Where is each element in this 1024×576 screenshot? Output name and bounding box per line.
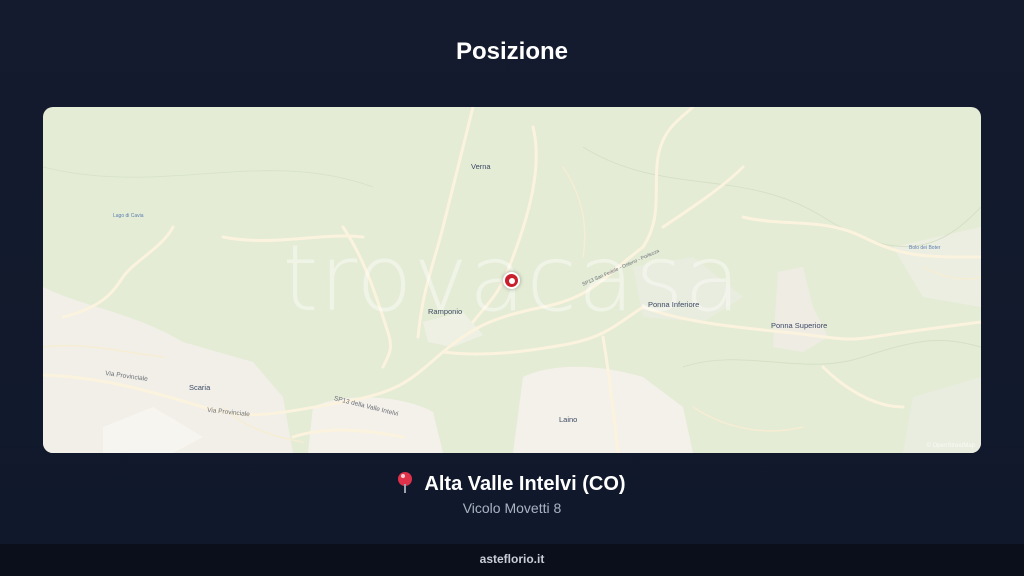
place-label-verna: Verna — [471, 162, 491, 171]
pushpin-icon — [398, 472, 413, 493]
place-label-laino: Laino — [559, 415, 578, 424]
place-label-ponna-inferiore: Ponna Inferiore — [648, 300, 700, 309]
address-label: Vicolo Movetti 8 — [462, 500, 562, 516]
map-attribution: © OpenStreetMap — [926, 443, 975, 449]
place-label-ponna-superiore: Ponna Superiore — [771, 321, 828, 330]
map-view[interactable]: trovacasa Verna Ramponio Ponna Inferiore… — [43, 107, 981, 453]
location-marker-icon[interactable] — [503, 272, 520, 289]
municipality-label: Alta Valle Intelvi (CO) — [424, 473, 626, 495]
footer-site-link[interactable]: asteflorio.it — [480, 552, 545, 566]
location-title: Alta Valle Intelvi (CO) — [0, 472, 1024, 496]
place-label-scaria: Scaria — [189, 383, 211, 392]
water-label-left: Lago di Cavia — [113, 213, 144, 219]
water-label-right: Bolo dei Boter — [909, 245, 941, 251]
footer: asteflorio.it — [0, 544, 1024, 576]
page-title: Posizione — [455, 38, 569, 65]
place-label-ramponio: Ramponio — [428, 307, 463, 316]
